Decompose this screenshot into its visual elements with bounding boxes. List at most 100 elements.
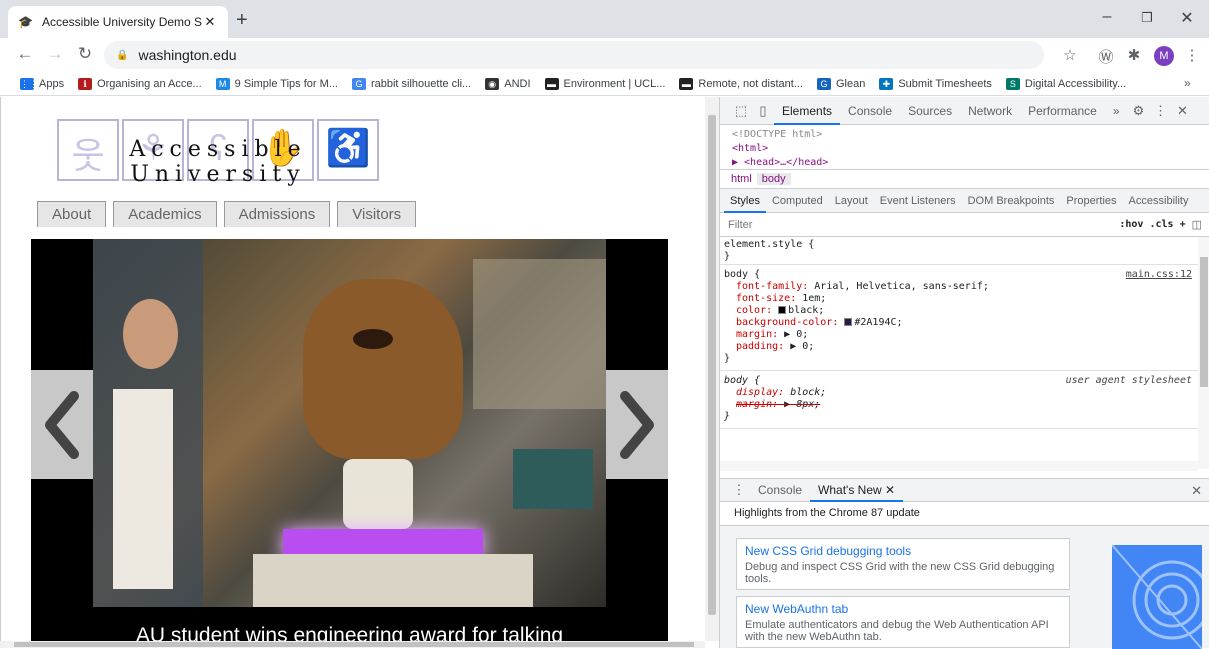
device-toolbar-icon[interactable]: ▯ <box>752 103 774 119</box>
breadcrumb-item[interactable]: body <box>756 173 791 185</box>
subtab-styles[interactable]: Styles <box>724 189 766 213</box>
scrollbar-thumb[interactable] <box>1200 257 1208 387</box>
styles-filter-tools[interactable]: :hov .cls + <box>1119 219 1185 230</box>
bookmark-item[interactable]: ℹ Organising an Acce... <box>78 77 202 90</box>
star-icon[interactable]: ☆ <box>1060 46 1080 64</box>
card-title[interactable]: New CSS Grid debugging tools <box>745 544 1061 558</box>
whats-new-card[interactable]: New WebAuthn tab Emulate authenticators … <box>736 596 1070 648</box>
page-horizontal-scrollbar[interactable] <box>0 641 705 648</box>
color-swatch[interactable] <box>778 306 787 314</box>
rule-close: } <box>724 251 731 262</box>
bookmark-item[interactable]: M 9 Simple Tips for M... <box>215 77 338 90</box>
tab-performance[interactable]: Performance <box>1020 97 1105 125</box>
css-property[interactable]: margin: ▶ 0; <box>724 329 1194 341</box>
drawer-tab-whats-new[interactable]: What's New ✕ <box>810 478 904 502</box>
nav-tab-academics[interactable]: Academics <box>113 201 217 227</box>
scrollbar-thumb[interactable] <box>14 642 694 647</box>
bookmark-item[interactable]: ✚ Submit Timesheets <box>879 77 992 90</box>
dom-node[interactable]: <!DOCTYPE html> <box>732 128 1198 142</box>
body-rule[interactable]: body { main.css:12 font-family: Arial, H… <box>720 267 1198 371</box>
more-tabs-button[interactable]: » <box>1105 97 1128 125</box>
dom-node[interactable]: ▶ <head>…</head> <box>732 156 1198 170</box>
wordpress-extension-icon[interactable]: Ⓦ <box>1096 46 1116 67</box>
property-name: font-family <box>736 281 803 292</box>
toggle-sidebar-icon[interactable]: ◫ <box>1192 218 1202 231</box>
close-window-button[interactable]: ✕ <box>1167 8 1207 28</box>
profile-avatar[interactable]: M <box>1154 46 1174 66</box>
source-label: user agent stylesheet <box>1065 375 1192 386</box>
photo-fence <box>473 259 606 409</box>
restore-button[interactable]: ❐ <box>1127 10 1167 26</box>
photo-robot-eye <box>353 329 393 349</box>
tab-console[interactable]: Console <box>840 97 900 125</box>
bookmark-item[interactable]: ⋮⋮ Apps <box>20 77 64 90</box>
bookmark-item[interactable]: Grabbit silhouette cli... <box>351 77 471 90</box>
reload-icon[interactable]: ↻ <box>74 44 96 64</box>
drawer-menu-icon[interactable]: ⋮ <box>728 482 750 498</box>
kebab-menu-icon[interactable]: ⋮ <box>1182 46 1202 64</box>
drawer-tab-console[interactable]: Console <box>750 478 810 502</box>
subtab-computed[interactable]: Computed <box>766 189 829 213</box>
address-bar[interactable]: 🔒 washington.edu <box>104 41 1044 69</box>
browser-tab[interactable]: 🎓 Accessible University Demo Site ✕ <box>8 6 228 38</box>
tab-network[interactable]: Network <box>960 97 1020 125</box>
new-tab-button[interactable]: + <box>236 10 248 30</box>
nav-tab-about[interactable]: About <box>37 201 107 227</box>
styles-filter-input[interactable] <box>728 218 1120 231</box>
bookmark-item[interactable]: ◉ ANDI <box>485 77 531 90</box>
bookmarks-overflow-button[interactable]: » <box>1184 76 1191 90</box>
bookmark-item[interactable]: S Digital Accessibility... <box>1005 77 1127 90</box>
minimize-button[interactable]: – <box>1087 8 1127 26</box>
forward-arrow-icon[interactable]: → <box>44 44 66 64</box>
carousel-prev-button[interactable] <box>31 370 93 479</box>
rule-close: } <box>724 353 731 364</box>
css-property[interactable]: background-color: #2A194C; <box>724 317 1194 329</box>
dom-node[interactable]: <html> <box>732 142 1198 156</box>
color-swatch[interactable] <box>844 318 853 326</box>
element-style-rule[interactable]: element.style { } <box>720 237 1198 265</box>
css-property[interactable]: display: block; <box>724 387 1194 399</box>
site-logo[interactable]: 웃 ⚘ ʕ ✋ ♿ Accessible University <box>57 119 379 187</box>
whats-new-card[interactable]: New CSS Grid debugging tools Debug and i… <box>736 538 1070 590</box>
subtab-layout[interactable]: Layout <box>829 189 874 213</box>
styles-vertical-scrollbar[interactable] <box>1198 237 1209 469</box>
css-property[interactable]: font-family: Arial, Helvetica, sans-seri… <box>724 281 1194 293</box>
css-property[interactable]: font-size: 1em; <box>724 293 1194 305</box>
styles-horizontal-scrollbar[interactable] <box>720 461 1198 471</box>
drawer-close-icon[interactable]: ✕ <box>1191 483 1202 499</box>
nav-tab-visitors[interactable]: Visitors <box>337 201 417 227</box>
property-value: Arial, Helvetica, sans-serif; <box>814 281 989 292</box>
puzzle-extensions-icon[interactable]: ✱ <box>1124 46 1144 64</box>
bookmarks-bar: ⋮⋮ Apps ℹ Organising an Acce... M 9 Simple Ti… <box>0 72 1209 96</box>
subtab-accessibility[interactable]: Accessibility <box>1123 189 1195 213</box>
subtab-properties[interactable]: Properties <box>1060 189 1122 213</box>
inspect-element-icon[interactable]: ⬚ <box>730 103 752 119</box>
google-icon: G <box>351 77 366 90</box>
cross-icon: ✚ <box>879 77 894 90</box>
bookmark-item[interactable]: ▬ Environment | UCL... <box>544 77 665 90</box>
carousel-next-button[interactable] <box>606 370 668 479</box>
tab-close-icon[interactable]: ✕ <box>202 14 218 30</box>
bookmark-item[interactable]: G Glean <box>816 77 865 90</box>
nav-tab-admissions[interactable]: Admissions <box>223 201 331 227</box>
source-link[interactable]: main.css:12 <box>1126 269 1192 281</box>
css-property-overridden[interactable]: margin: ▶ 8px; <box>724 399 1194 411</box>
bookmark-label: Digital Accessibility... <box>1024 77 1127 90</box>
breadcrumb-item[interactable]: html <box>726 173 757 185</box>
css-property[interactable]: padding: ▶ 0; <box>724 341 1194 353</box>
subtab-dom-breakpoints[interactable]: DOM Breakpoints <box>962 189 1061 213</box>
subtab-event-listeners[interactable]: Event Listeners <box>874 189 962 213</box>
user-agent-rule[interactable]: body { user agent stylesheet display: bl… <box>720 373 1198 429</box>
close-icon[interactable]: ✕ <box>1172 103 1194 119</box>
kebab-menu-icon[interactable]: ⋮ <box>1150 103 1172 119</box>
gear-icon[interactable]: ⚙ <box>1128 103 1150 119</box>
card-title[interactable]: New WebAuthn tab <box>745 602 1061 616</box>
tab-elements[interactable]: Elements <box>774 97 841 125</box>
back-arrow-icon[interactable]: ← <box>14 44 36 64</box>
devtools-panel: ⬚ ▯ Elements Console Sources Network Per… <box>719 97 1209 649</box>
css-property[interactable]: color: black; <box>724 305 1194 317</box>
tab-sources[interactable]: Sources <box>900 97 960 125</box>
bookmark-item[interactable]: ▬ Remote, not distant... <box>679 77 803 90</box>
page-vertical-scrollbar[interactable] <box>705 97 719 641</box>
scrollbar-thumb[interactable] <box>708 115 716 615</box>
